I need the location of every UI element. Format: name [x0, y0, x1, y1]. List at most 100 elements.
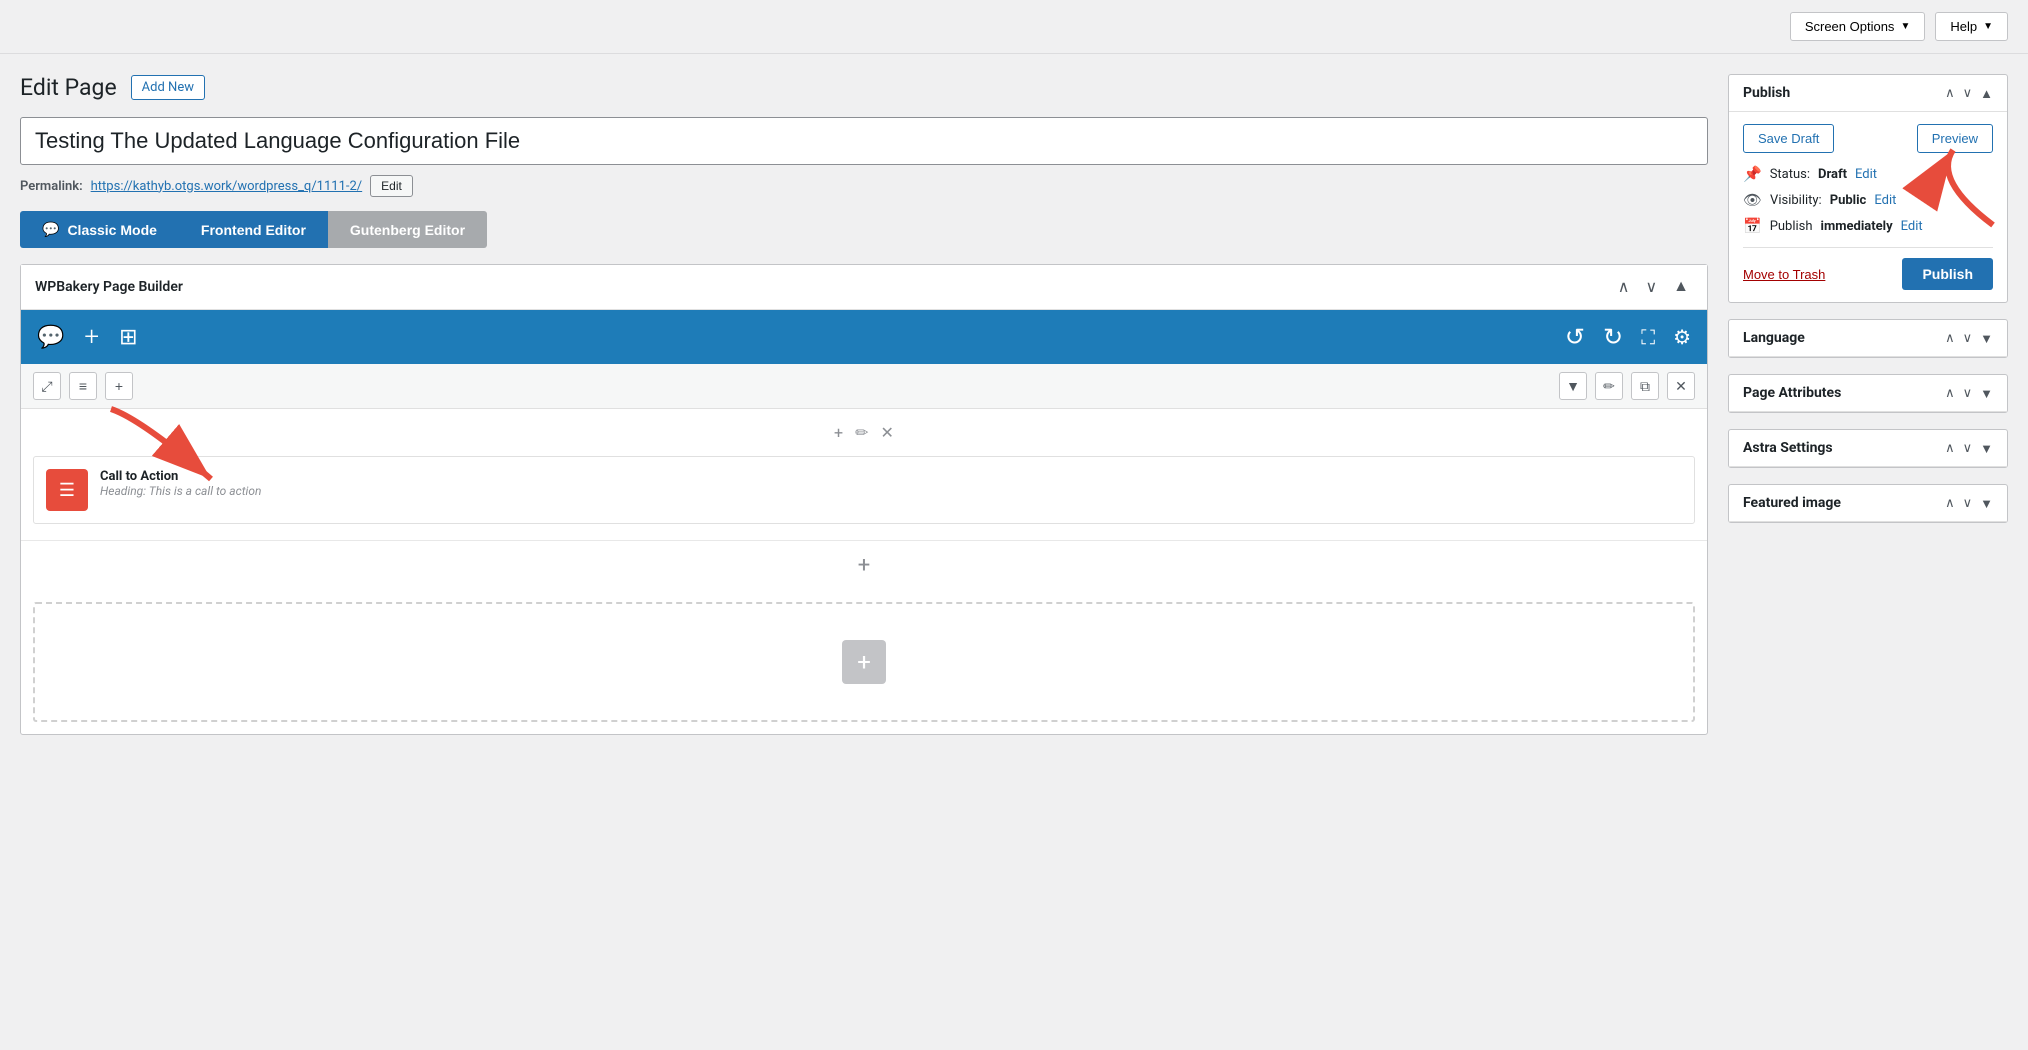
row-copy-button[interactable]: ⧉ [1631, 372, 1659, 400]
publish-actions: Save Draft Preview [1743, 124, 1993, 153]
language-collapse-button[interactable]: ▼ [1980, 331, 1993, 346]
featured-image-up-button[interactable]: ∧ [1945, 495, 1955, 511]
status-row: 📌 Status: Draft Edit [1743, 165, 1993, 183]
timing-icon: 📅 [1743, 217, 1762, 235]
page-attributes-down-button[interactable]: ∨ [1963, 385, 1973, 401]
editor-mode-bar: 💬 Classic Mode Frontend Editor Gutenberg… [20, 211, 1708, 248]
permalink-label: Permalink: [20, 179, 83, 194]
row-add-button[interactable]: + [105, 372, 133, 400]
astra-settings-header-controls: ∧ ∨ ▼ [1945, 440, 1993, 456]
builder-minimize-button[interactable]: ▲ [1669, 275, 1693, 299]
move-to-trash-button[interactable]: Move to Trash [1743, 267, 1825, 282]
builder-header-controls: ∧ ∨ ▲ [1614, 275, 1693, 299]
column-edit-icon[interactable]: ✏ [855, 423, 868, 442]
row-dropdown-button[interactable]: ▼ [1559, 372, 1587, 400]
row-controls: ⤢ ≡ + ▼ ✏ ⧉ ✕ [21, 364, 1707, 409]
screen-options-arrow-icon: ▼ [1900, 21, 1910, 32]
featured-image-box: Featured image ∧ ∨ ▼ [1728, 484, 2008, 523]
page-attributes-box: Page Attributes ∧ ∨ ▼ [1728, 374, 2008, 413]
status-icon: 📌 [1743, 165, 1762, 183]
main-content: Edit Page Add New Permalink: https://kat… [20, 74, 1708, 735]
toolbar-left: 💬 + ⊞ [37, 322, 138, 352]
toolbar-settings-icon[interactable]: ⚙ [1673, 325, 1691, 349]
toolbar-fullscreen-icon[interactable]: ⛶ [1641, 325, 1655, 349]
page-title: Edit Page [20, 74, 117, 101]
empty-row-add-button[interactable]: + [842, 640, 886, 684]
gutenberg-mode-label: Gutenberg Editor [350, 222, 465, 238]
language-box-header: Language ∧ ∨ ▼ [1729, 320, 2007, 357]
page-header: Edit Page Add New [20, 74, 1708, 101]
permalink-row: Permalink: https://kathyb.otgs.work/word… [20, 175, 1708, 197]
page-attributes-collapse-button[interactable]: ▼ [1980, 386, 1993, 401]
toolbar-add-icon[interactable]: + [84, 322, 99, 352]
astra-settings-box: Astra Settings ∧ ∨ ▼ [1728, 429, 2008, 468]
status-label: Status: [1770, 167, 1810, 182]
help-button[interactable]: Help ▼ [1935, 12, 2008, 41]
row-edit-button[interactable]: ✏ [1595, 372, 1623, 400]
astra-settings-down-button[interactable]: ∨ [1963, 440, 1973, 456]
add-row-button[interactable]: + [21, 541, 1707, 590]
featured-image-box-header: Featured image ∧ ∨ ▼ [1729, 485, 2007, 522]
frontend-editor-button[interactable]: Frontend Editor [179, 211, 328, 248]
publish-box-title: Publish [1743, 85, 1790, 101]
builder-collapse-up-button[interactable]: ∧ [1614, 275, 1634, 299]
visibility-edit-link[interactable]: Edit [1874, 193, 1896, 208]
element-icon-symbol: ☰ [59, 480, 75, 501]
save-draft-button[interactable]: Save Draft [1743, 124, 1834, 153]
toolbar-redo-icon[interactable]: ↻ [1603, 323, 1623, 351]
row-delete-button[interactable]: ✕ [1667, 372, 1695, 400]
astra-settings-collapse-button[interactable]: ▼ [1980, 441, 1993, 456]
publish-bottom: Move to Trash Publish [1743, 247, 1993, 290]
publish-header-controls: ∧ ∨ ▲ [1945, 85, 1993, 101]
publish-collapse-button[interactable]: ▲ [1980, 86, 1993, 101]
toolbar-chat-icon[interactable]: 💬 [37, 325, 64, 350]
timing-value: immediately [1821, 219, 1893, 234]
featured-image-collapse-button[interactable]: ▼ [1980, 496, 1993, 511]
toolbar-right: ↺ ↻ ⛶ ⚙ [1565, 323, 1691, 351]
screen-options-label: Screen Options [1805, 19, 1895, 34]
status-value: Draft [1818, 167, 1847, 182]
visibility-icon: 👁 [1743, 191, 1762, 209]
preview-button[interactable]: Preview [1917, 124, 1993, 153]
element-info: Call to Action Heading: This is a call t… [100, 469, 261, 498]
builder-collapse-down-button[interactable]: ∨ [1641, 275, 1661, 299]
builder-section: WPBakery Page Builder ∧ ∨ ▲ 💬 + ⊞ ↺ ↻ ⛶ [20, 264, 1708, 735]
publish-down-button[interactable]: ∨ [1963, 85, 1973, 101]
page-title-input[interactable] [20, 117, 1708, 165]
help-label: Help [1950, 19, 1977, 34]
builder-title: WPBakery Page Builder [35, 279, 183, 295]
permalink-edit-button[interactable]: Edit [370, 175, 413, 197]
language-down-button[interactable]: ∨ [1963, 330, 1973, 346]
permalink-link[interactable]: https://kathyb.otgs.work/wordpress_q/111… [91, 179, 363, 194]
publish-button[interactable]: Publish [1902, 258, 1993, 290]
element-icon: ☰ [46, 469, 88, 511]
row-expand-button[interactable]: ⤢ [33, 372, 61, 400]
toolbar-grid-icon[interactable]: ⊞ [119, 325, 137, 350]
page-attributes-header-controls: ∧ ∨ ▼ [1945, 385, 1993, 401]
row-lines-button[interactable]: ≡ [69, 372, 97, 400]
top-bar: Screen Options ▼ Help ▼ [0, 0, 2028, 54]
visibility-row: 👁 Visibility: Public Edit [1743, 191, 1993, 209]
classic-mode-button[interactable]: 💬 Classic Mode [20, 211, 179, 248]
gutenberg-editor-button[interactable]: Gutenberg Editor [328, 211, 487, 248]
status-edit-link[interactable]: Edit [1855, 167, 1877, 182]
page-attributes-box-title: Page Attributes [1743, 385, 1841, 401]
publish-up-button[interactable]: ∧ [1945, 85, 1955, 101]
chat-icon: 💬 [42, 221, 59, 238]
element-description: Heading: This is a call to action [100, 484, 261, 498]
page-attributes-up-button[interactable]: ∧ [1945, 385, 1955, 401]
builder-content: ⤢ ≡ + ▼ ✏ ⧉ ✕ [21, 364, 1707, 722]
featured-image-down-button[interactable]: ∨ [1963, 495, 1973, 511]
language-box-title: Language [1743, 330, 1805, 346]
add-new-button[interactable]: Add New [131, 75, 205, 100]
language-up-button[interactable]: ∧ [1945, 330, 1955, 346]
screen-options-button[interactable]: Screen Options ▼ [1790, 12, 1926, 41]
column-add-icon[interactable]: + [834, 423, 843, 442]
toolbar-undo-icon[interactable]: ↺ [1565, 323, 1585, 351]
astra-settings-up-button[interactable]: ∧ [1945, 440, 1955, 456]
timing-edit-link[interactable]: Edit [1901, 219, 1923, 234]
column-remove-icon[interactable]: ✕ [881, 423, 894, 442]
help-arrow-icon: ▼ [1983, 21, 1993, 32]
column-area: + ✏ ✕ ☰ Call to Action Heading: This is … [21, 409, 1707, 541]
featured-image-box-title: Featured image [1743, 495, 1841, 511]
